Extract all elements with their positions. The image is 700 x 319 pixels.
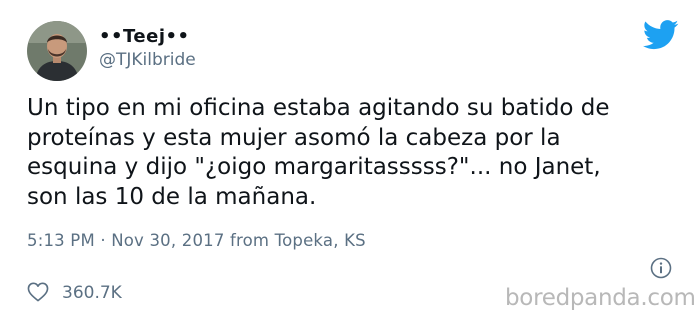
tweet-text-line: Un tipo en mi oficina estaba agitando su…	[27, 95, 610, 121]
watermark: boredpanda.com	[505, 285, 696, 311]
tweet-text: Un tipo en mi oficina estaba agitando su…	[27, 94, 667, 212]
avatar-photo	[27, 21, 87, 81]
tweet-text-line: son las 10 de la mañana.	[27, 183, 317, 210]
avatar[interactable]	[27, 21, 87, 81]
like-count[interactable]: 360.7K	[62, 283, 122, 303]
info-icon[interactable]	[650, 257, 672, 279]
twitter-bird-icon[interactable]	[643, 20, 679, 50]
author-handle[interactable]: @TJKilbride	[99, 50, 196, 70]
tweet-text-line: proteínas y esta mujer asomó la cabeza p…	[27, 124, 561, 151]
heart-icon[interactable]	[27, 282, 49, 302]
tweet-timestamp[interactable]: 5:13 PM · Nov 30, 2017 from Topeka, KS	[27, 231, 366, 250]
author-display-name[interactable]: ••Teej••	[99, 26, 190, 47]
tweet-card: ••Teej•• @TJKilbride Un tipo en mi ofici…	[0, 0, 700, 319]
tweet-text-line: esquina y dijo "¿oigo margaritasssss?"..…	[27, 154, 601, 180]
